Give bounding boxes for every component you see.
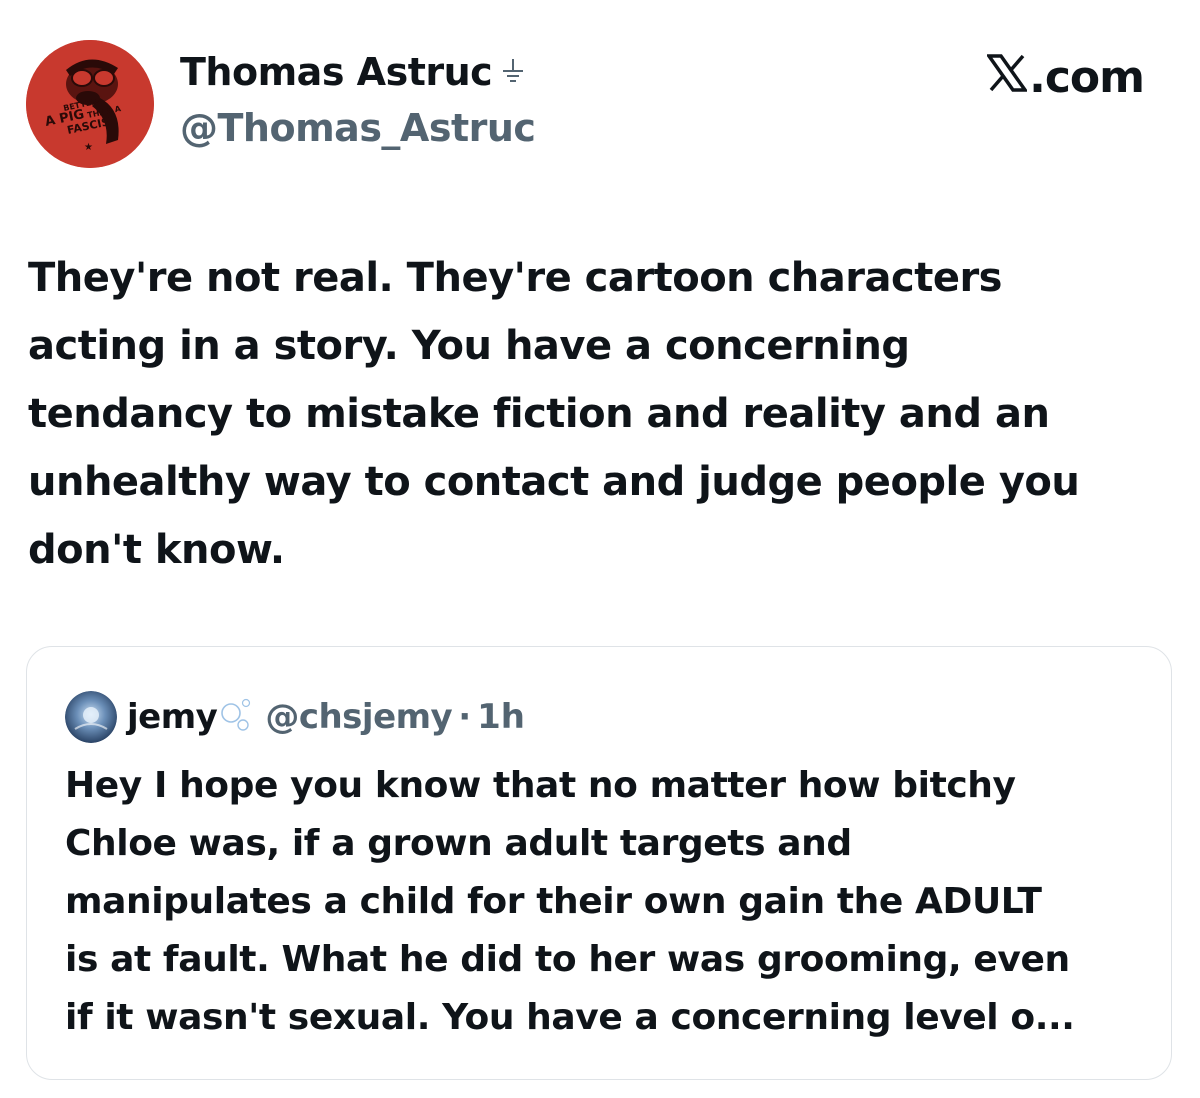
pig-logo-icon: BETTER A PIG THAN A FASCIST ★	[26, 40, 154, 168]
quoted-author-handle[interactable]: @chsjemy	[265, 697, 452, 737]
quote-line: if it wasn't sexual. You have a concerni…	[65, 997, 1075, 1038]
quote-line: Hey I hope you know that no matter how b…	[65, 765, 1016, 806]
tweet-line: They're not real. They're cartoon charac…	[28, 255, 1002, 301]
tweet-line: don't know.	[28, 527, 285, 573]
star-icon: ★	[84, 142, 93, 153]
author-name-text: Thomas Astruc	[180, 50, 493, 94]
quoted-author-avatar[interactable]	[65, 691, 117, 743]
quote-line: is at fault. What he did to her was groo…	[65, 939, 1070, 980]
tweet-text: They're not real. They're cartoon charac…	[28, 244, 1178, 584]
tweet-line: tendancy to mistake fiction and reality …	[28, 391, 1050, 437]
ground-symbol-icon	[502, 50, 524, 94]
quoted-timestamp[interactable]: 1h	[477, 697, 525, 737]
tweet-line: unhealthy way to contact and judge peopl…	[28, 459, 1080, 505]
author-avatar[interactable]: BETTER A PIG THAN A FASCIST ★	[26, 40, 154, 168]
bubbles-icon	[219, 697, 255, 737]
tweet-line: acting in a story. You have a concerning	[28, 323, 910, 369]
x-logo-icon	[985, 52, 1029, 103]
quote-line: Chloe was, if a grown adult targets and	[65, 823, 852, 864]
site-domain-text: .com	[1029, 52, 1145, 103]
author-handle[interactable]: @Thomas_Astruc	[180, 106, 536, 150]
author-display-name[interactable]: Thomas Astruc	[180, 50, 524, 94]
quoted-author-name[interactable]: jemy	[127, 697, 218, 737]
separator-dot: ·	[458, 697, 472, 737]
quoted-tweet-text: Hey I hope you know that no matter how b…	[65, 757, 1155, 1047]
quoted-tweet-card[interactable]: jemy @chsjemy · 1h Hey I hope you know t…	[26, 646, 1172, 1080]
quote-line: manipulates a child for their own gain t…	[65, 881, 1042, 922]
quoted-tweet-header: jemy @chsjemy · 1h	[65, 691, 525, 743]
site-label[interactable]: .com	[985, 52, 1145, 103]
